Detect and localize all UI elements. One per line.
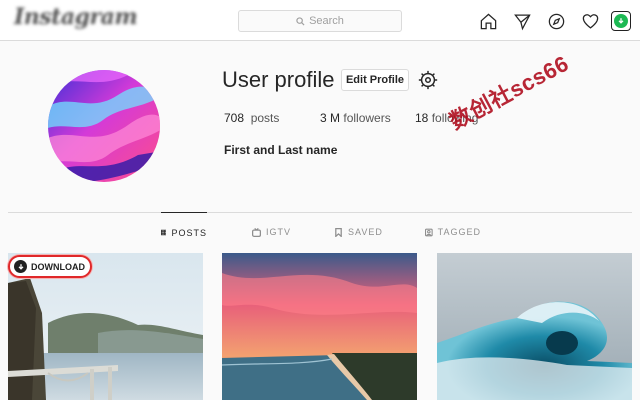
tag-icon (425, 228, 433, 236)
search-placeholder: Search (309, 15, 344, 27)
tab-posts[interactable]: POSTS (161, 212, 207, 252)
posts-number: 708 (224, 111, 245, 125)
tab-tagged[interactable]: TAGGED (425, 212, 481, 252)
tab-igtv-label: IGTV (266, 227, 292, 237)
explore-button[interactable] (546, 10, 566, 32)
post-image-ocean-wave (437, 253, 632, 400)
edit-profile-button[interactable]: Edit Profile (341, 69, 409, 91)
post-image-sunset-beach (222, 253, 417, 400)
explore-compass-icon (548, 13, 564, 29)
tab-igtv[interactable]: IGTV (252, 212, 292, 252)
profile-username: User profile (222, 67, 335, 92)
posts-label: posts (250, 111, 280, 125)
posts-count: 708 posts (224, 111, 279, 125)
post-tile-2[interactable] (222, 253, 417, 400)
igtv-icon (252, 227, 261, 237)
following-number: 18 (415, 111, 429, 125)
direct-message-icon (513, 14, 531, 30)
profile-tabs: POSTS IGTV SAVED TAGGED (0, 212, 640, 252)
grid-icon (161, 229, 167, 236)
profile-full-name: First and Last name (224, 143, 338, 157)
post-tile-3[interactable] (437, 253, 632, 400)
search-input[interactable]: Search (238, 10, 402, 32)
direct-message-button[interactable] (512, 10, 532, 32)
watermark-text: 数创社scs66 (445, 50, 573, 135)
download-icon (14, 260, 27, 273)
profile-avatar[interactable] (48, 70, 160, 182)
home-button[interactable] (478, 10, 498, 32)
tab-saved[interactable]: SAVED (334, 212, 384, 252)
gear-icon (418, 70, 438, 90)
download-button[interactable]: DOWNLOAD (8, 255, 92, 278)
settings-button[interactable] (417, 69, 439, 91)
download-extension-button[interactable] (610, 10, 632, 32)
search-icon (296, 16, 305, 26)
bookmark-icon (335, 227, 342, 237)
download-extension-icon (611, 11, 631, 31)
download-button-label: DOWNLOAD (31, 261, 85, 272)
followers-number: 3 M (320, 111, 341, 125)
followers-link[interactable]: 3 M followers (320, 111, 391, 125)
tab-saved-label: SAVED (348, 227, 383, 237)
tab-posts-label: POSTS (171, 227, 207, 238)
tab-tagged-label: TAGGED (437, 227, 481, 237)
heart-icon (582, 13, 598, 29)
home-icon (480, 13, 496, 29)
instagram-logo[interactable]: Instagram (14, 4, 138, 30)
activity-button[interactable] (580, 10, 600, 32)
top-navigation-bar: Instagram Search (0, 0, 640, 41)
followers-label: followers (343, 111, 391, 125)
